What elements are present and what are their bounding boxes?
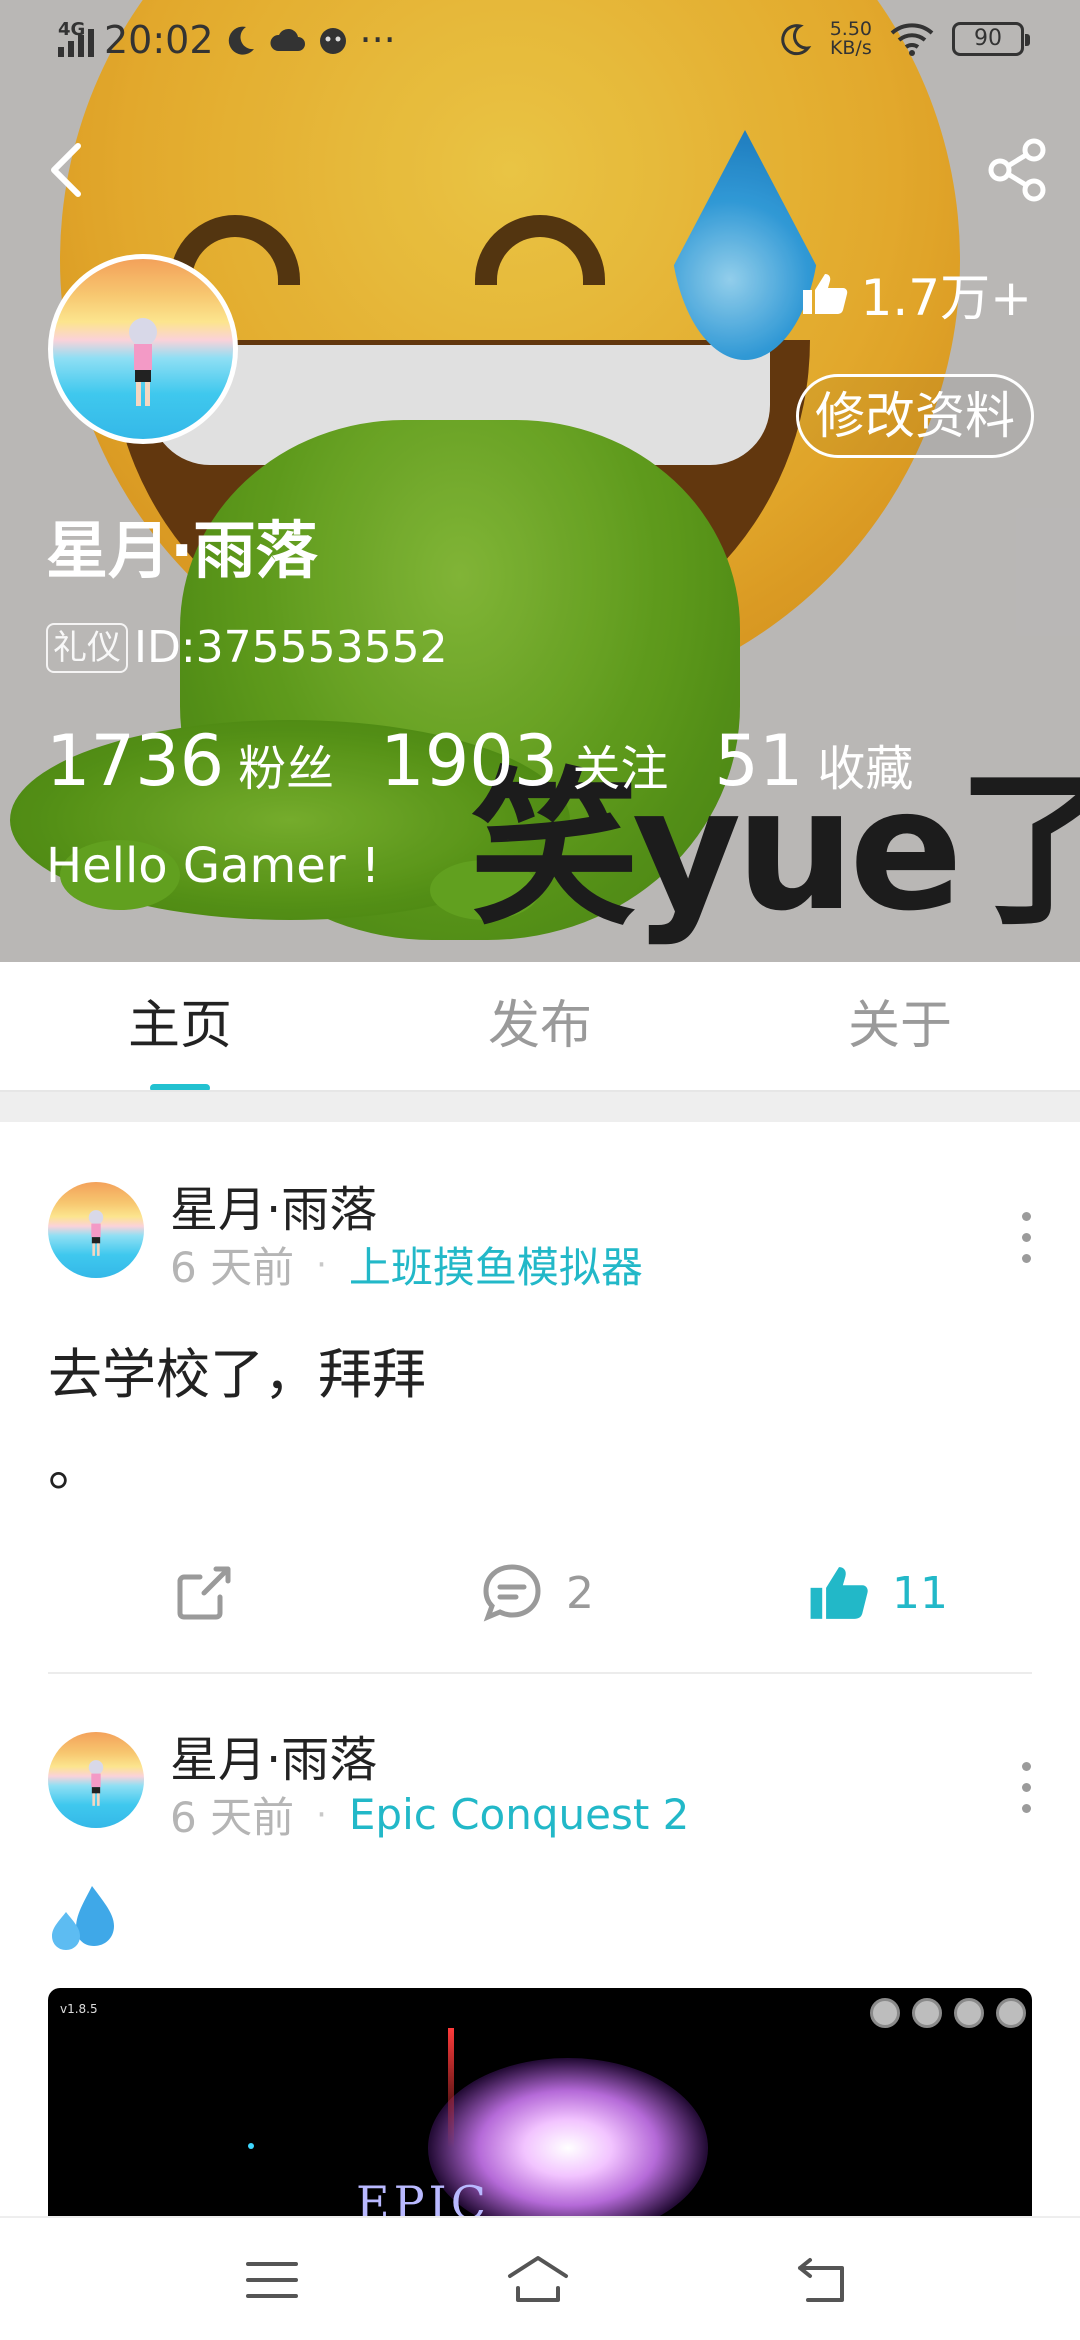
post-image[interactable]: v1.8.5 EPIC	[48, 1988, 1032, 2218]
following-count[interactable]: 1903	[380, 720, 558, 802]
profile-likes-count: 1.7万+	[860, 269, 1032, 327]
post-meta: 6 天前 · Epic Conquest 2	[170, 1784, 689, 1845]
status-left: 4G 20:02 ···	[58, 18, 396, 62]
comment-button[interactable]: 2	[480, 1538, 594, 1648]
home-icon[interactable]	[506, 2248, 570, 2312]
sweat-droplets-icon	[52, 1886, 114, 1950]
post-author-avatar[interactable]	[48, 1732, 144, 1828]
status-right: 5.50 KB/s 90	[778, 20, 1030, 58]
post-author-name[interactable]: 星月·雨落	[170, 1720, 377, 1790]
post-meta: 6 天前 · 上班摸鱼模拟器	[170, 1234, 643, 1295]
followers-count[interactable]: 1736	[46, 720, 224, 802]
status-time: 20:02	[104, 18, 214, 62]
cloud-icon	[270, 28, 305, 51]
following-label[interactable]: 关注	[572, 729, 668, 799]
status-bar: 4G 20:02 ··· 5.50 KB/s 90	[0, 0, 1080, 84]
game-light-ray	[448, 2028, 454, 2148]
post-game-link[interactable]: Epic Conquest 2	[349, 1790, 690, 1839]
section-divider	[0, 1090, 1080, 1122]
share-button[interactable]	[172, 1538, 236, 1648]
share-out-icon	[177, 1566, 231, 1620]
favorites-label[interactable]: 收藏	[817, 729, 913, 799]
profile-bio: Hello Gamer !	[46, 838, 381, 894]
network-type: 4G	[58, 19, 86, 40]
profile-cover: 笑yue了 4G 20:02 ··· 5.50 KB/s 90 1.7万+ 修改…	[0, 0, 1080, 962]
post-time: 6 天前	[170, 1243, 295, 1292]
tab-home[interactable]: 主页	[0, 962, 403, 1090]
moon-icon	[228, 26, 254, 55]
post-author-avatar[interactable]	[48, 1182, 144, 1278]
status-more: ···	[359, 18, 396, 62]
game-menu-icons	[870, 1998, 1026, 2028]
edit-profile-button[interactable]: 修改资料	[796, 374, 1034, 458]
profile-tabs: 主页 发布 关于	[0, 962, 1080, 1090]
meta-separator: ·	[316, 1794, 327, 1835]
game-spark	[248, 2143, 254, 2149]
avatar-character	[129, 318, 157, 406]
post-actions: 2 11	[0, 1538, 1080, 1648]
profile-id: ID:375553552	[134, 622, 448, 673]
wifi-icon	[890, 23, 934, 56]
avatar-character	[88, 1760, 104, 1806]
more-icon[interactable]	[1016, 1762, 1036, 1822]
tab-posts[interactable]: 发布	[403, 962, 678, 1090]
profile-badge: 礼仪	[46, 622, 128, 673]
thumbs-up-icon	[802, 274, 847, 314]
dnd-moon-icon	[781, 24, 812, 56]
post-text[interactable]: 。	[48, 1422, 102, 1501]
profile-avatar[interactable]	[48, 254, 238, 444]
system-navigation-bar	[0, 2216, 1080, 2340]
profile-stats: 1736 粉丝 1903 关注 51 收藏	[46, 720, 959, 802]
post-text[interactable]: 去学校了，拜拜	[48, 1330, 426, 1409]
avatar-character	[88, 1210, 104, 1256]
favorites-count[interactable]: 51	[714, 720, 803, 802]
followers-label[interactable]: 粉丝	[238, 729, 334, 799]
post-game-link[interactable]: 上班摸鱼模拟器	[349, 1234, 643, 1295]
profile-nickname: 星月·雨落	[46, 514, 318, 587]
meta-separator: ·	[316, 1244, 327, 1285]
comment-count: 2	[566, 1567, 594, 1619]
profile-id-row: 礼仪 ID:375553552	[46, 622, 448, 673]
like-button[interactable]: 11	[808, 1538, 948, 1648]
post-author-name[interactable]: 星月·雨落	[170, 1170, 377, 1240]
profile-likes: 1.7万+	[801, 258, 1032, 330]
more-icon[interactable]	[1016, 1212, 1036, 1272]
post-time: 6 天前	[170, 1793, 295, 1842]
share-icon[interactable]	[986, 138, 1050, 202]
back-icon[interactable]	[42, 140, 92, 200]
app-notification-icon	[319, 28, 346, 54]
battery-indicator: 90	[952, 22, 1030, 56]
tab-about[interactable]: 关于	[677, 962, 1080, 1090]
game-version-label: v1.8.5	[60, 2002, 98, 2016]
menu-icon[interactable]	[240, 2248, 304, 2312]
network-speed: 5.50 KB/s	[830, 20, 872, 58]
signal-icon: 4G	[58, 19, 94, 57]
game-title-fragment: EPIC	[356, 2176, 490, 2218]
like-count: 11	[892, 1567, 948, 1619]
return-icon[interactable]	[790, 2248, 854, 2312]
feed-post: 星月·雨落 6 天前 · 上班摸鱼模拟器 去学校了，拜拜 。 2 11	[0, 1122, 1080, 1682]
thumbs-up-icon	[810, 1567, 868, 1619]
post-divider	[48, 1672, 1032, 1674]
network-speed-unit: KB/s	[829, 37, 872, 59]
comment-icon	[483, 1564, 541, 1622]
